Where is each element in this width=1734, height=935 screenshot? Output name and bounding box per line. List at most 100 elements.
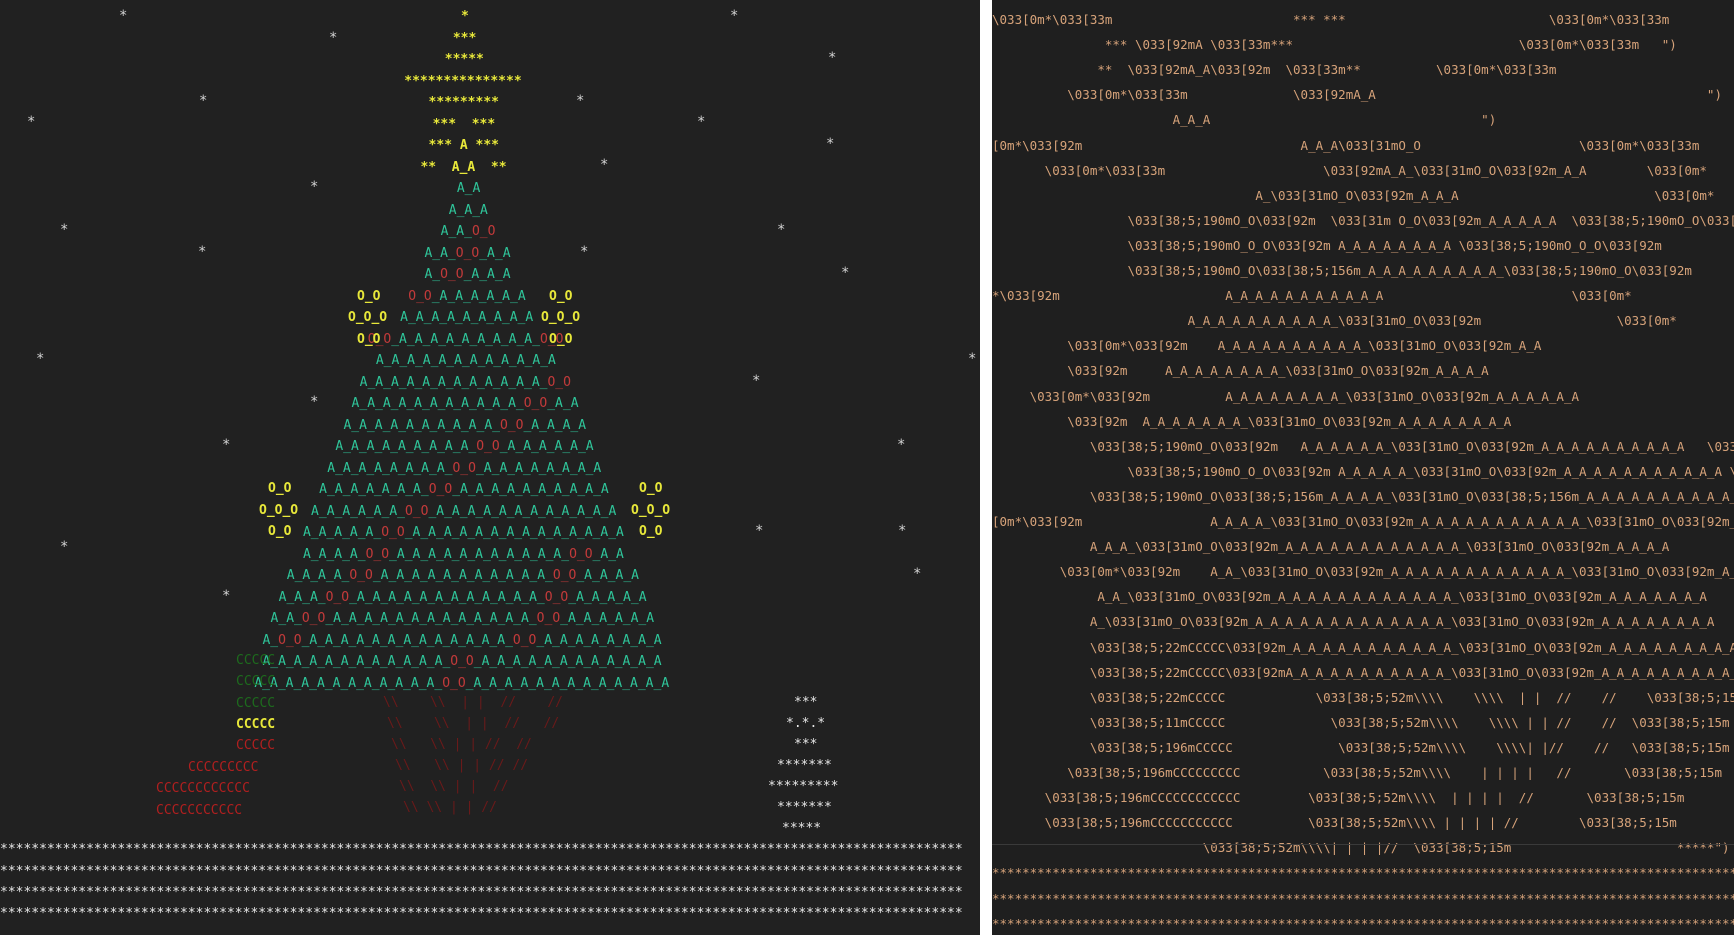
snowman-row: ******* bbox=[777, 758, 832, 773]
code-line: \033[38;5;52m\\\\| | | |// \033[38;5;15m… bbox=[992, 840, 1730, 856]
tree-row: A_A_A_A_A_A_A_A_A_A_A_O_O_A_A bbox=[351, 396, 579, 411]
code-line: \033[38;5;190mO_O_O\033[92m A_A_A_A_A_\0… bbox=[1127, 463, 1734, 479]
code-line: \033[0m*\033[92m A_A_A_A_A_A_A_A_A_A_\03… bbox=[992, 338, 1542, 354]
tree-trunk-row: \\ \\ | | // // bbox=[395, 758, 529, 773]
tree-star-row: *** *** bbox=[432, 116, 496, 132]
snowflake: * bbox=[697, 114, 706, 130]
tree-star-row: *** bbox=[452, 30, 477, 46]
tree-star-row: *************** bbox=[404, 73, 522, 89]
snowflake: * bbox=[329, 30, 338, 46]
code-line: A_\033[31mO_O\033[92m_A_A_A_A_A_A_A_A_A_… bbox=[992, 614, 1715, 630]
snow-ground-row: ****************************************… bbox=[0, 864, 963, 879]
editor-line-separator bbox=[992, 844, 1734, 845]
code-line: \033[38;5;22mCCCCC\033[92mA_A_A_A_A_A_A_… bbox=[992, 664, 1734, 680]
tree-pot-row: CCCCCCCCC bbox=[188, 760, 259, 775]
ornament: O_O_O bbox=[348, 310, 388, 325]
code-line: \033[38;5;196mCCCCCCCCCCC \033[38;5;52m\… bbox=[1044, 815, 1677, 831]
code-line: \033[0m*\033[92m A_A_\033[31mO_O\033[92m… bbox=[992, 564, 1734, 580]
ornament: O_O bbox=[357, 332, 381, 347]
snow-ground-row: ****************************************… bbox=[0, 885, 963, 900]
ornament: O_O_O bbox=[631, 503, 671, 518]
snowflake: * bbox=[580, 244, 589, 260]
tree-trunk-row: \\ \\ | | // // bbox=[383, 695, 564, 710]
tree-star-row: ** A_A ** bbox=[420, 159, 507, 175]
tree-pot-row: CCCCC bbox=[236, 696, 276, 711]
pane-divider[interactable] bbox=[980, 0, 992, 935]
tree-pot-row: CCCCC bbox=[236, 653, 276, 668]
tree-row: A_A_O_O_A_A bbox=[424, 245, 511, 261]
code-line: *** \033[92mA \033[33m*** \033[0m*\033[3… bbox=[992, 37, 1677, 53]
source-code-pane: \033[0m*\033[33m *** *** \033[0m*\033[33… bbox=[992, 0, 1734, 935]
code-line: \033[38;5;22mCCCCC \033[38;5;52m\\\\ \\\… bbox=[1089, 689, 1734, 705]
code-line: A_\033[31mO_O\033[92m_A_A_A \033[0m* bbox=[992, 187, 1715, 203]
snowflake: * bbox=[199, 93, 208, 109]
snowman-row: *** bbox=[794, 737, 818, 752]
tree-trunk-row: \\ \\ | | // // bbox=[387, 716, 560, 731]
tree-trunk-row: \\ \\ | | // // bbox=[391, 737, 532, 752]
code-line: ****************************************… bbox=[992, 865, 1734, 881]
code-line: A_A_\033[31mO_O\033[92m_A_A_A_A_A_A_A_A_… bbox=[992, 589, 1707, 605]
snowflake: * bbox=[310, 179, 319, 195]
tree-row: A_A_A_A_A_A_A_O_O_A_A_A_A_A_A_A_A_A_A bbox=[319, 482, 609, 497]
ornament: O_O_O bbox=[541, 310, 581, 325]
tree-star-row: ***** bbox=[444, 52, 484, 67]
code-line: \033[38;5;22mCCCCC\033[92m_A_A_A_A_A_A_A… bbox=[992, 639, 1734, 655]
tree-pot-row: CCCCCCCCCCC bbox=[156, 803, 243, 818]
tree-row: A_A bbox=[456, 181, 481, 196]
tree-row: A_A_A_A_A_A_A_A_A bbox=[400, 310, 534, 325]
ornament: O_O bbox=[549, 332, 573, 347]
tree-row: A_A_O_O bbox=[440, 224, 496, 239]
ornament: O_O bbox=[357, 289, 381, 304]
snowflake: * bbox=[36, 351, 45, 367]
code-line: A_A_A ") bbox=[992, 112, 1497, 128]
tree-row: A_A_O_O_A_A_A_A_A_A_A_A_A_A_A_A_A_O_O_A_… bbox=[270, 611, 655, 626]
tree-trunk-row: \\ \\ | | // bbox=[399, 779, 509, 794]
snowflake: * bbox=[755, 523, 764, 539]
tree-pot-row: CCCCC bbox=[236, 674, 276, 689]
snowflake: * bbox=[60, 539, 69, 555]
code-line: \033[92m A_A_A_A_A_A_A_\033[31mO_O\033[9… bbox=[992, 413, 1512, 429]
snowflake: * bbox=[897, 437, 906, 453]
code-line: \033[0m*\033[92m A_A_A_A_A_A_A_A_\033[31… bbox=[992, 388, 1579, 404]
snowflake: * bbox=[730, 8, 739, 24]
code-line: \033[38;5;196mCCCCCCCCCCCC \033[38;5;52m… bbox=[1044, 790, 1685, 806]
code-line: \033[38;5;196mCCCCCCCCC \033[38;5;52m\\\… bbox=[1067, 765, 1722, 780]
tree-pot-row: CCCCC bbox=[236, 717, 276, 732]
snowman-row: *** bbox=[794, 695, 818, 710]
tree-row: A_A_A_A_A_A_A_A_O_O_A_A_A_A_A_A_A_A bbox=[327, 460, 602, 476]
tree-row: A_A_A_A_A_A_O_O_A_A_A_A_A_A_A_A_A_A_A_A bbox=[311, 503, 617, 519]
tree-row: A_A_A_A_A_A_A_A_A_A_O_O_A_A_A_A bbox=[343, 417, 587, 433]
code-line: ****************************************… bbox=[992, 915, 1734, 931]
code-line: \033[38;5;190mO_O_O\033[92m A_A_A_A_A_A_… bbox=[992, 237, 1662, 253]
tree-row: A_A_A_A_A_A_A_A_A_A_A_A_O_O_A_A_A_A_A_A_… bbox=[254, 675, 670, 691]
ornament: O_O bbox=[639, 524, 663, 539]
code-line: [0m*\033[92m A_A_A\033[31mO_O \033[0m*\0… bbox=[992, 137, 1700, 153]
code-line: ** \033[92mA_A\033[92m \033[33m** \033[0… bbox=[992, 62, 1557, 78]
ornament: O_O bbox=[639, 481, 663, 496]
tree-row: A_A_A_A_A_A_A_A_A_A_A_A_O_O bbox=[359, 374, 571, 390]
tree-star-row: ********* bbox=[428, 95, 499, 110]
snowman-row: ******* bbox=[777, 800, 832, 815]
tree-pot-row: CCCCC bbox=[236, 738, 276, 753]
snowflake: * bbox=[198, 244, 207, 260]
snowflake: * bbox=[913, 566, 922, 582]
tree-star-row: *** A *** bbox=[428, 138, 499, 153]
ornament: O_O bbox=[549, 289, 573, 304]
tree-pot-row: CCCCCCCCCCCC bbox=[156, 781, 250, 796]
code-line: ****************************************… bbox=[992, 890, 1734, 906]
snowflake: * bbox=[60, 222, 69, 238]
tree-trunk-row: \\ \\ | | // bbox=[403, 800, 497, 815]
snowflake: * bbox=[576, 93, 585, 109]
snowflake: * bbox=[828, 50, 837, 66]
snowflake: * bbox=[826, 136, 835, 152]
code-line: A_A_A_\033[31mO_O\033[92m_A_A_A_A_A_A_A_… bbox=[992, 539, 1670, 555]
tree-row: A_A_A_A_A_A_A_A_A_O_O_A_A_A_A_A_A bbox=[335, 439, 594, 454]
tree-row: A_O_O_A_A_A bbox=[424, 267, 511, 282]
snowman-row: *.*.* bbox=[786, 716, 826, 731]
tree-row: A_A_A_A_A_O_O_A_A_A_A_A_A_A_A_A_A_A_A_A_… bbox=[302, 525, 624, 540]
snowman-row: ***** bbox=[782, 821, 822, 836]
tree-row: A_A_A_O_O_A_A_A_A_A_A_A_A_A_A_A_A_O_O_A_… bbox=[278, 589, 647, 605]
snowflake: * bbox=[968, 351, 977, 367]
code-line: \033[0m*\033[33m *** *** \033[0m*\033[33… bbox=[992, 12, 1670, 27]
snowflake: * bbox=[27, 114, 36, 130]
